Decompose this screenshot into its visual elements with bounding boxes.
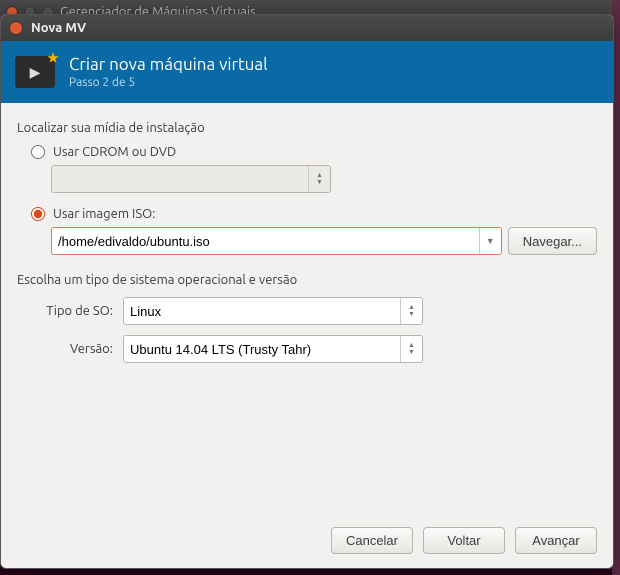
os-section-label: Escolha um tipo de sistema operacional e… — [17, 273, 597, 287]
iso-path-input[interactable] — [52, 228, 479, 254]
iso-radio-row[interactable]: Usar imagem ISO: — [31, 207, 597, 221]
os-type-value[interactable] — [124, 298, 400, 324]
banner-title: Criar nova máquina virtual — [69, 55, 268, 74]
os-version-value[interactable] — [124, 336, 400, 362]
banner-step: Passo 2 de 5 — [69, 76, 268, 89]
iso-path-combo[interactable]: ▼ — [51, 227, 502, 255]
cdrom-radio-row[interactable]: Usar CDROM ou DVD — [31, 145, 597, 159]
iso-dropdown-icon[interactable]: ▼ — [479, 228, 501, 254]
forward-button[interactable]: Avançar — [515, 527, 597, 554]
os-version-label: Versão: — [25, 342, 115, 356]
media-section-label: Localizar sua mídia de instalação — [17, 121, 597, 135]
cdrom-device-input — [52, 166, 308, 192]
os-type-spinner-icon[interactable]: ▲▼ — [400, 298, 422, 324]
cdrom-radio-label: Usar CDROM ou DVD — [53, 145, 176, 159]
dialog-title: Nova MV — [31, 21, 86, 35]
dialog-titlebar[interactable]: Nova MV — [1, 15, 613, 41]
iso-radio[interactable] — [31, 207, 45, 221]
dialog-close-icon[interactable] — [9, 21, 23, 35]
back-button[interactable]: Voltar — [423, 527, 505, 554]
browse-button[interactable]: Navegar... — [508, 227, 597, 255]
os-version-spinner-icon[interactable]: ▲▼ — [400, 336, 422, 362]
os-type-combo[interactable]: ▲▼ — [123, 297, 423, 325]
cdrom-device-combo: ▲▼ — [51, 165, 331, 193]
os-version-combo[interactable]: ▲▼ — [123, 335, 423, 363]
cdrom-spinner-icon: ▲▼ — [308, 166, 330, 192]
new-vm-dialog: Nova MV Criar nova máquina virtual Passo… — [0, 14, 614, 569]
cdrom-radio[interactable] — [31, 145, 45, 159]
wizard-banner: Criar nova máquina virtual Passo 2 de 5 — [1, 41, 613, 103]
iso-radio-label: Usar imagem ISO: — [53, 207, 155, 221]
dialog-footer: Cancelar Voltar Avançar — [331, 527, 597, 554]
cancel-button[interactable]: Cancelar — [331, 527, 413, 554]
vm-icon — [15, 56, 55, 88]
os-type-label: Tipo de SO: — [25, 304, 115, 318]
